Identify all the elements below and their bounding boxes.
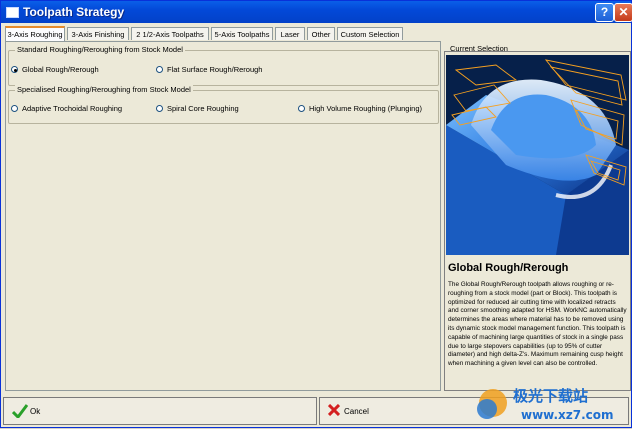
toolpath-strategy-dialog: Toolpath Strategy ? ✕ 3-Axis Roughing 3-… <box>0 0 632 428</box>
radio-global-rough-rerough[interactable]: Global Rough/Rerough <box>11 65 99 74</box>
window-icon <box>6 7 19 18</box>
tab-2-5-axis-toolpaths[interactable]: 2 1/2-Axis Toolpaths <box>131 27 209 40</box>
window-title: Toolpath Strategy <box>23 5 125 19</box>
check-icon <box>12 404 28 418</box>
radio-high-volume-roughing[interactable]: High Volume Roughing (Plunging) <box>298 104 422 113</box>
current-selection-panel: Global Rough/Rerough The Global Rough/Re… <box>444 51 631 391</box>
tab-3-axis-finishing[interactable]: 3-Axis Finishing <box>67 27 129 40</box>
group-title: Specialised Roughing/Reroughing from Sto… <box>15 85 193 94</box>
watermark: 极光下载站 www.xz7.com <box>471 379 629 427</box>
radio-indicator[interactable] <box>11 105 18 112</box>
tab-5-axis-toolpaths[interactable]: 5-Axis Toolpaths <box>211 27 273 40</box>
radio-indicator[interactable] <box>156 66 163 73</box>
tab-panel: Standard Roughing/Reroughing from Stock … <box>5 41 441 391</box>
toolpath-preview-image <box>446 55 629 255</box>
close-button[interactable]: ✕ <box>614 3 632 22</box>
help-button[interactable]: ? <box>595 3 614 22</box>
selection-heading: Global Rough/Rerough <box>448 262 569 274</box>
group-title: Standard Roughing/Reroughing from Stock … <box>15 45 185 54</box>
radio-indicator[interactable] <box>298 105 305 112</box>
radio-spiral-core-roughing[interactable]: Spiral Core Roughing <box>156 104 239 113</box>
radio-label: Global Rough/Rerough <box>22 65 99 74</box>
tab-custom-selection[interactable]: Custom Selection <box>337 27 403 40</box>
standard-roughing-group: Standard Roughing/Reroughing from Stock … <box>8 45 439 86</box>
ok-label: Ok <box>30 407 41 416</box>
radio-adaptive-trochoidal-roughing[interactable]: Adaptive Trochoidal Roughing <box>11 104 122 113</box>
tab-other[interactable]: Other <box>307 27 335 40</box>
tab-3-axis-roughing[interactable]: 3-Axis Roughing <box>5 26 65 41</box>
cancel-x-icon <box>328 404 340 416</box>
cancel-label: Cancel <box>344 407 369 416</box>
radio-indicator[interactable] <box>156 105 163 112</box>
radio-label: High Volume Roughing (Plunging) <box>309 104 422 113</box>
radio-selected-indicator[interactable] <box>11 66 18 73</box>
watermark-line2: www.xz7.com <box>521 408 614 422</box>
radio-label: Flat Surface Rough/Rerough <box>167 65 263 74</box>
selection-description: The Global Rough/Rerough toolpath allows… <box>448 281 627 368</box>
title-bar[interactable]: Toolpath Strategy ? ✕ <box>1 1 632 23</box>
radio-label: Adaptive Trochoidal Roughing <box>22 104 123 113</box>
specialised-roughing-group: Specialised Roughing/Reroughing from Sto… <box>8 85 439 124</box>
radio-label: Spiral Core Roughing <box>167 104 239 113</box>
watermark-line1: 极光下载站 <box>513 387 588 405</box>
ok-button[interactable]: Ok <box>3 397 317 425</box>
tab-laser[interactable]: Laser <box>275 27 305 40</box>
radio-flat-surface-rough-rerough[interactable]: Flat Surface Rough/Rerough <box>156 65 262 74</box>
